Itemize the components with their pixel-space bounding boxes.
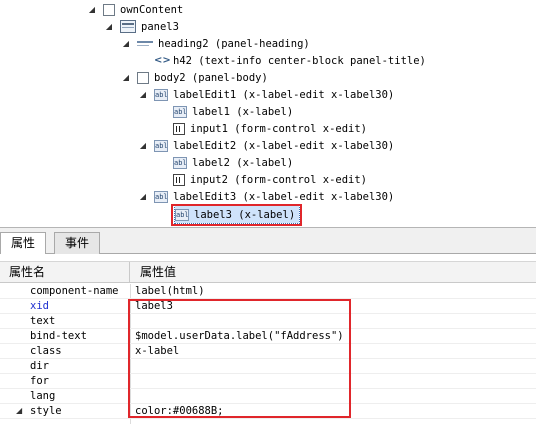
property-value[interactable]: $model.userData.label("fAddress") [135, 329, 535, 343]
collapse-triangle-icon[interactable]: ◢ [87, 5, 97, 15]
property-row-text[interactable]: text [0, 314, 536, 329]
outline-tree: ◢ ownContent ◢ panel3 ◢ heading2 (panel-… [0, 0, 536, 228]
tree-node-label: label3 (x-label) [194, 208, 296, 221]
property-value[interactable]: label(html) [135, 284, 535, 298]
property-value[interactable] [135, 314, 535, 328]
box-icon [137, 71, 149, 84]
property-value[interactable] [135, 389, 535, 403]
code-tag-icon: <> [154, 54, 171, 66]
panel-icon [120, 20, 136, 33]
tree-node-panel3[interactable]: ◢ panel3 [104, 18, 179, 35]
box-icon [103, 3, 115, 16]
property-row-component-name[interactable]: component-name label(html) [0, 284, 536, 299]
tree-node-owncontent[interactable]: ◢ ownContent [87, 1, 183, 18]
tree-node-labeledit2[interactable]: ◢ abl labelEdit2 (x-label-edit x-label30… [138, 137, 394, 154]
property-name: xid [30, 300, 49, 312]
tree-node-label2[interactable]: abl label2 (x-label) [173, 154, 293, 171]
tree-node-labeledit1[interactable]: ◢ abl labelEdit1 (x-label-edit x-label30… [138, 86, 394, 103]
properties-tab-bar: 属性 事件 [0, 228, 536, 255]
tree-node-label: input2 (form-control x-edit) [190, 173, 368, 186]
column-header-value[interactable]: 属性值 [131, 262, 536, 283]
property-row-for[interactable]: for [0, 374, 536, 389]
tree-node-label: h42 (text-info center-block panel-title) [173, 54, 426, 67]
property-row-xid[interactable]: xid label3 [0, 299, 536, 314]
property-row-style[interactable]: ◢ style color:#00688B; [0, 404, 536, 419]
property-value[interactable] [135, 359, 535, 373]
property-name: dir [30, 360, 49, 372]
property-name: bind-text [30, 330, 87, 342]
property-name: lang [30, 390, 56, 402]
tree-node-label: ownContent [120, 3, 184, 16]
collapse-triangle-icon[interactable]: ◢ [138, 192, 148, 202]
tab-properties[interactable]: 属性 [0, 232, 47, 255]
tree-node-label: input1 (form-control x-edit) [190, 122, 368, 135]
tree-node-label: labelEdit2 (x-label-edit x-label30) [173, 139, 395, 152]
label-icon: abl [173, 156, 187, 169]
tree-node-heading2[interactable]: ◢ heading2 (panel-heading) [121, 35, 310, 52]
tree-node-label: labelEdit3 (x-label-edit x-label30) [173, 190, 395, 203]
grid-header: 属性名 属性值 [0, 261, 536, 283]
input-icon [173, 173, 185, 186]
property-grid: 属性名 属性值 component-name label(html) xid l… [0, 254, 536, 424]
input-icon [173, 122, 185, 135]
heading-icon [137, 39, 153, 49]
tab-events[interactable]: 事件 [54, 232, 101, 254]
property-name: component-name [30, 285, 119, 297]
label-edit-icon: abl [154, 190, 168, 203]
tree-node-label: labelEdit1 (x-label-edit x-label30) [173, 88, 395, 101]
property-name: for [30, 375, 49, 387]
tree-node-input1[interactable]: input1 (form-control x-edit) [173, 120, 367, 137]
collapse-triangle-icon[interactable]: ◢ [121, 73, 131, 83]
property-row-bind-text[interactable]: bind-text $model.userData.label("fAddres… [0, 329, 536, 344]
property-value[interactable]: color:#00688B; [135, 404, 535, 418]
property-value[interactable]: label3 [135, 299, 535, 313]
collapse-triangle-icon[interactable]: ◢ [138, 90, 148, 100]
property-value[interactable]: x-label [135, 344, 535, 358]
property-name: class [30, 345, 62, 357]
property-row-dir[interactable]: dir [0, 359, 536, 374]
property-value[interactable] [135, 374, 535, 388]
property-row-class[interactable]: class x-label [0, 344, 536, 359]
collapse-triangle-icon[interactable]: ◢ [104, 22, 114, 32]
tree-node-body2[interactable]: ◢ body2 (panel-body) [121, 69, 268, 86]
collapse-triangle-icon[interactable]: ◢ [138, 141, 148, 151]
tree-node-h42[interactable]: <> h42 (text-info center-block panel-tit… [154, 52, 426, 69]
tree-node-input2[interactable]: input2 (form-control x-edit) [173, 171, 367, 188]
label-icon: abl [173, 105, 187, 118]
column-header-name[interactable]: 属性名 [0, 262, 130, 283]
property-name: style [30, 405, 62, 417]
label-edit-icon: abl [154, 88, 168, 101]
tree-node-label: body2 (panel-body) [154, 71, 268, 84]
tree-node-label1[interactable]: abl label1 (x-label) [173, 103, 293, 120]
expand-triangle-icon[interactable]: ◢ [16, 404, 22, 418]
label-edit-icon: abl [154, 139, 168, 152]
tree-node-label: panel3 [141, 20, 179, 33]
tree-node-label3-selected[interactable]: abl label3 (x-label) [173, 205, 301, 224]
tree-node-labeledit3[interactable]: ◢ abl labelEdit3 (x-label-edit x-label30… [138, 188, 394, 205]
property-row-lang[interactable]: lang [0, 389, 536, 404]
property-name: text [30, 315, 56, 327]
tree-node-label: heading2 (panel-heading) [158, 37, 310, 50]
tree-node-label: label1 (x-label) [192, 105, 294, 118]
label-icon: abl [175, 208, 189, 221]
collapse-triangle-icon[interactable]: ◢ [121, 39, 131, 49]
tree-node-label: label2 (x-label) [192, 156, 294, 169]
